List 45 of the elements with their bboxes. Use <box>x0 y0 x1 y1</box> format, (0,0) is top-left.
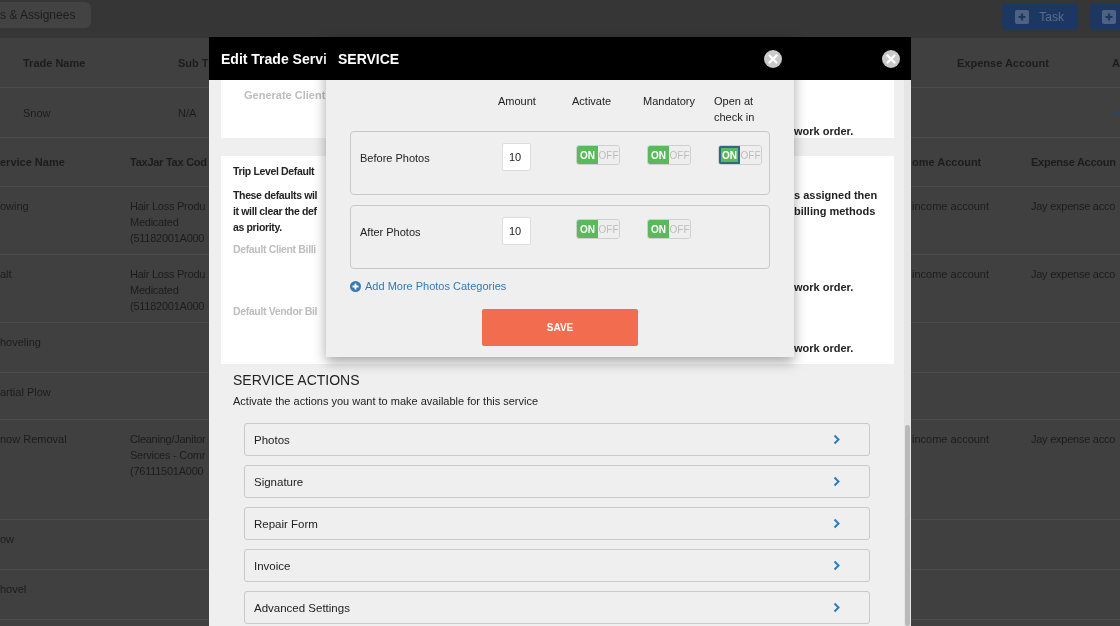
action-row[interactable]: Advanced Settings <box>244 591 870 624</box>
action-label: Invoice <box>254 559 291 572</box>
action-row[interactable]: Repair Form <box>244 507 870 540</box>
section-subtitle: Activate the actions you want to make available for this service <box>233 394 540 408</box>
action-row[interactable]: Invoice <box>244 549 870 582</box>
action-label: Signature <box>254 475 304 488</box>
note-text: work order. <box>794 280 854 295</box>
action-label: Advanced Settings <box>254 601 350 614</box>
modal-title: Edit Trade Servi <box>221 50 327 67</box>
chevron-right-icon <box>833 602 840 613</box>
setting-label: Default Client Billi <box>233 242 316 257</box>
plus-circle-icon <box>350 280 361 292</box>
add-button[interactable] <box>1090 3 1120 30</box>
close-icon[interactable] <box>882 49 900 68</box>
note-text: work order. <box>794 124 854 139</box>
description-text: s assigned then billing methods <box>794 188 878 219</box>
action-row[interactable]: Signature <box>244 465 870 498</box>
setting-label: Generate Client <box>244 88 326 103</box>
setting-label: Default Vendor Bil <box>233 304 318 319</box>
save-button[interactable]: SAVE <box>482 309 638 346</box>
action-label: Repair Form <box>254 517 318 530</box>
amount-field[interactable]: 10 <box>502 217 531 245</box>
pencil-icon[interactable] <box>1112 107 1120 118</box>
category-label: Before Photos <box>360 151 431 165</box>
column-header: Activate <box>572 94 613 109</box>
action-row[interactable]: Photos <box>244 423 870 456</box>
description-text: These defaults wil it will clear the def as priority. <box>233 188 318 235</box>
category-label: After Photos <box>360 225 422 239</box>
plus-icon <box>1015 9 1030 24</box>
column-header: Open at check in <box>714 94 756 125</box>
note-text: work order. <box>794 341 854 356</box>
amount-field[interactable]: 10 <box>502 143 531 171</box>
close-icon[interactable] <box>764 49 782 68</box>
section-title: Trip Level Default <box>233 164 315 179</box>
chevron-right-icon <box>833 476 840 487</box>
add-categories-link[interactable]: Add More Photos Categories <box>350 279 507 293</box>
plus-icon <box>1102 9 1116 24</box>
chevron-right-icon <box>833 434 840 445</box>
section-heading: SERVICE ACTIONS <box>233 371 361 389</box>
scrollbar[interactable] <box>904 80 911 626</box>
action-label: Photos <box>254 433 290 446</box>
task-button[interactable]: Task <box>1002 3 1078 30</box>
chevron-right-icon <box>833 518 840 529</box>
chevron-right-icon <box>833 560 840 571</box>
popup-title: SERVICE <box>338 50 400 67</box>
